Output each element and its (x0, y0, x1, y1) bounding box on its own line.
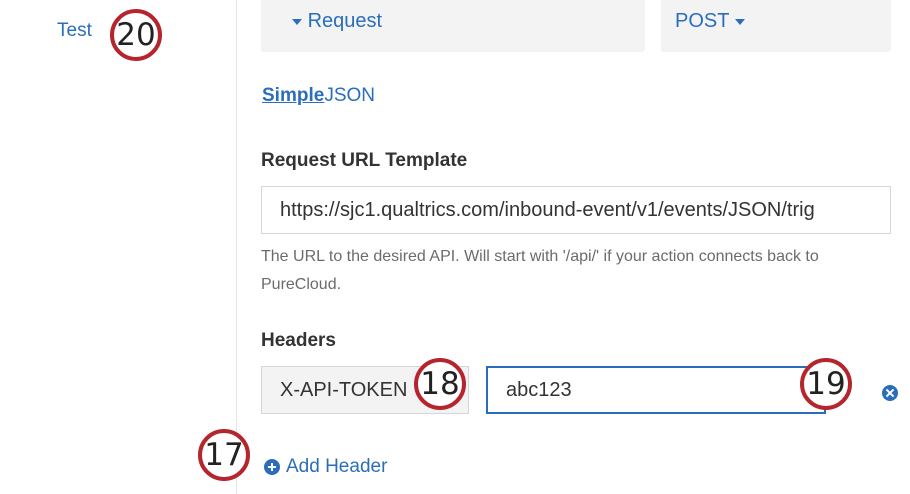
url-template-label: Request URL Template (261, 150, 468, 171)
add-header-button[interactable]: Add Header (264, 456, 387, 478)
chevron-down-icon (734, 18, 745, 25)
request-section-label: Request (307, 10, 383, 32)
sidebar-divider (236, 0, 237, 494)
mode-json-link[interactable]: JSON (324, 85, 375, 106)
sidebar: Test (0, 0, 236, 494)
method-dropdown[interactable]: POST (661, 0, 891, 52)
plus-circle-icon (264, 459, 280, 475)
headers-label: Headers (261, 330, 336, 351)
header-value-input[interactable]: abc123 (486, 366, 826, 414)
method-value: POST (675, 10, 730, 32)
url-template-help: The URL to the desired API. Will start w… (261, 248, 819, 293)
add-header-label: Add Header (286, 456, 388, 477)
callout-20: 20 (110, 9, 162, 61)
callout-19: 19 (800, 358, 852, 410)
remove-header-icon[interactable] (882, 385, 898, 401)
callout-18: 18 (414, 358, 466, 410)
url-template-input[interactable]: https://sjc1.qualtrics.com/inbound-event… (261, 186, 891, 234)
callout-17: 17 (198, 429, 250, 481)
request-section-toggle[interactable]: Request (261, 0, 645, 52)
caret-down-icon (292, 18, 302, 25)
mode-simple-link[interactable]: Simple (262, 85, 324, 106)
test-link[interactable]: Test (57, 20, 92, 42)
mode-toggle: SimpleJSON (262, 85, 375, 107)
